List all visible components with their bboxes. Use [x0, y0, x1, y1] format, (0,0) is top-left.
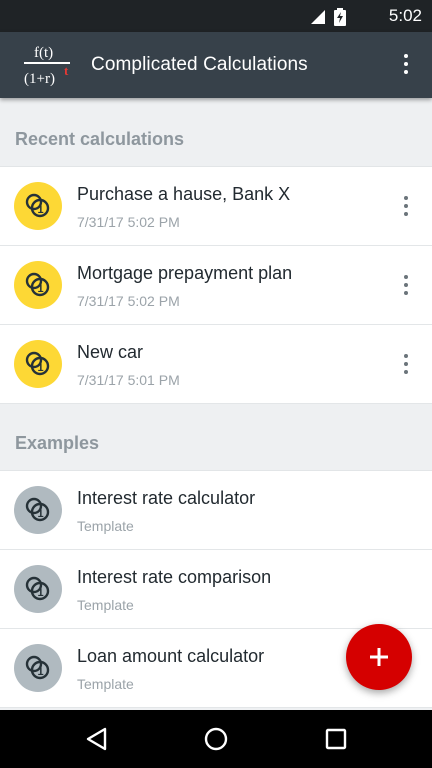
item-timestamp: 7/31/17 5:02 PM [77, 293, 180, 309]
signal-icon [311, 10, 325, 24]
svg-text:1: 1 [38, 587, 44, 599]
add-calculation-button[interactable] [346, 624, 412, 690]
avatar: 1 [14, 486, 62, 534]
svg-text:1: 1 [38, 283, 44, 295]
coins-icon: 1 [25, 655, 50, 680]
svg-text:1: 1 [38, 204, 44, 216]
more-vert-icon-dot [404, 291, 408, 295]
avatar: 1 [14, 565, 62, 613]
plus-icon [370, 648, 388, 666]
item-title: Loan amount calculator [77, 646, 265, 666]
examples-section-header: Examples [15, 433, 100, 453]
battery-icon [334, 8, 346, 26]
avatar: 1 [14, 261, 62, 309]
item-title: Purchase a hause, Bank X [77, 184, 291, 204]
recent-section-header: Recent calculations [15, 129, 185, 149]
home-icon[interactable] [201, 724, 231, 754]
coins-icon: 1 [25, 351, 50, 376]
more-vert-icon-dot [404, 70, 408, 74]
item-title: Mortgage prepayment plan [77, 263, 293, 283]
more-vert-icon-dot [404, 370, 408, 374]
item-more-button[interactable] [396, 270, 416, 300]
coins-icon: 1 [25, 576, 50, 601]
item-more-button[interactable] [396, 349, 416, 379]
more-vert-icon-dot [404, 212, 408, 216]
item-subtitle: Template [77, 518, 134, 534]
coins-icon: 1 [25, 497, 50, 522]
logo-numerator: f(t) [34, 45, 53, 61]
status-time: 5:02 [388, 6, 422, 25]
avatar: 1 [14, 182, 62, 230]
coins-icon: 1 [25, 193, 50, 218]
item-subtitle: Template [77, 676, 134, 692]
item-timestamp: 7/31/17 5:02 PM [77, 214, 180, 230]
app-title: Complicated Calculations [91, 54, 308, 75]
more-vert-icon [404, 54, 408, 58]
item-subtitle: Template [77, 597, 134, 613]
recent-list: 1 Purchase a hause, Bank X 7/31/17 5:02 … [0, 166, 432, 404]
app-bar: f(t) (1+r) t Complicated Calculations [0, 32, 432, 98]
more-vert-icon [404, 354, 408, 358]
svg-text:1: 1 [38, 508, 44, 520]
item-timestamp: 7/31/17 5:01 PM [77, 372, 180, 388]
more-vert-icon [404, 275, 408, 279]
item-title: Interest rate comparison [77, 567, 272, 587]
more-vert-icon-dot [404, 62, 408, 66]
more-vert-icon-dot [404, 362, 408, 366]
list-item[interactable]: 1 Mortgage prepayment plan 7/31/17 5:02 … [0, 246, 432, 325]
more-vert-icon-dot [404, 283, 408, 287]
list-item[interactable]: 1 Purchase a hause, Bank X 7/31/17 5:02 … [0, 167, 432, 246]
status-bar: 5:02 [0, 0, 432, 32]
recents-icon[interactable] [321, 724, 351, 754]
list-item[interactable]: 1 Interest rate calculator Template [0, 471, 432, 550]
overflow-menu-button[interactable] [396, 50, 416, 78]
navigation-bar [0, 710, 432, 768]
coins-icon: 1 [25, 272, 50, 297]
svg-text:1: 1 [38, 666, 44, 678]
item-title: Interest rate calculator [77, 488, 256, 508]
avatar: 1 [14, 340, 62, 388]
item-more-button[interactable] [396, 191, 416, 221]
more-vert-icon [404, 196, 408, 200]
list-item[interactable]: 1 New car 7/31/17 5:01 PM [0, 325, 432, 404]
logo-denominator: (1+r) [24, 71, 55, 87]
item-title: New car [77, 342, 144, 362]
back-icon[interactable] [82, 724, 112, 754]
logo-exponent: t [64, 63, 69, 78]
list-item[interactable]: 1 Interest rate comparison Template [0, 550, 432, 629]
svg-text:1: 1 [38, 362, 44, 374]
avatar: 1 [14, 644, 62, 692]
app-logo-icon: f(t) (1+r) t [24, 45, 70, 87]
more-vert-icon-dot [404, 204, 408, 208]
